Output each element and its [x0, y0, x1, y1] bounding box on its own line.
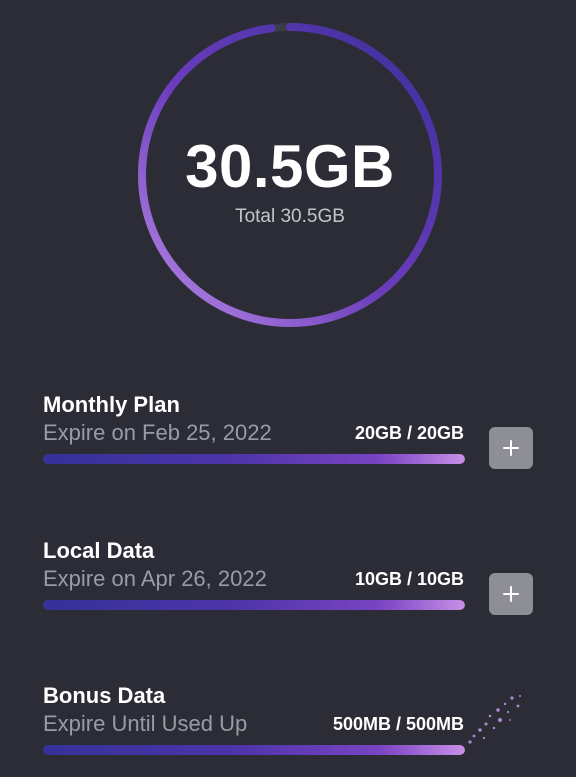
plan-bonus-data: Bonus Data Expire Until Used Up 500MB / …	[43, 683, 543, 773]
total-label: Total 30.5GB	[235, 206, 345, 227]
add-data-button[interactable]	[489, 573, 533, 615]
plus-icon	[503, 440, 519, 456]
plan-name: Bonus Data	[43, 683, 166, 708]
usage-bar-fill	[43, 454, 465, 464]
remaining-amount: 30.5GB	[185, 133, 395, 200]
usage-bar	[43, 454, 465, 464]
usage-bar-fill	[43, 600, 465, 610]
plan-expiry: Expire on Apr 26, 2022	[43, 566, 267, 591]
plan-name: Local Data	[43, 538, 155, 563]
usage-bar	[43, 600, 465, 610]
plan-monthly: Monthly Plan Expire on Feb 25, 2022 20GB…	[43, 392, 543, 482]
usage-bar	[43, 745, 465, 755]
plus-icon	[503, 586, 519, 602]
plan-expiry: Expire on Feb 25, 2022	[43, 420, 272, 445]
usage-bar-fill	[43, 745, 465, 755]
plan-usage: 20GB / 20GB	[354, 423, 464, 443]
add-data-button[interactable]	[489, 427, 533, 469]
plan-expiry: Expire Until Used Up	[43, 711, 248, 736]
plan-local-data: Local Data Expire on Apr 26, 2022 10GB /…	[43, 538, 543, 628]
plan-name: Monthly Plan	[43, 392, 180, 417]
data-usage-ring: 30.5GB Total 30.5GB	[137, 22, 443, 328]
plan-usage: 10GB / 10GB	[354, 569, 464, 589]
plan-usage: 500MB / 500MB	[332, 714, 464, 734]
